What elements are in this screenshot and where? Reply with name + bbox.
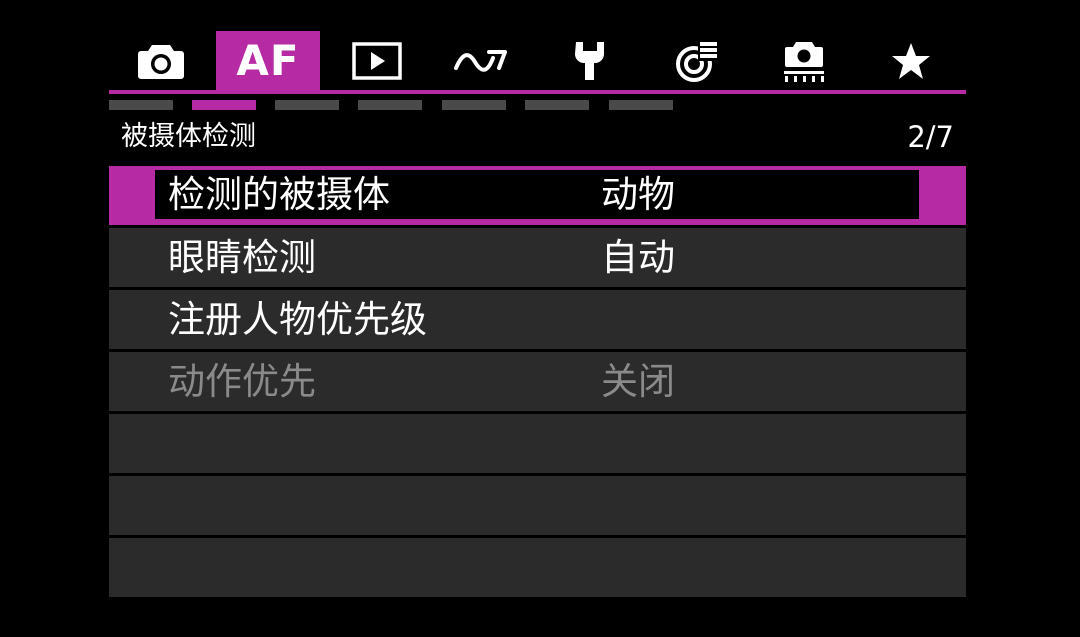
af-icon: AF: [236, 36, 300, 85]
menu-item-empty: [109, 538, 966, 597]
page-indicator-5: [442, 100, 506, 110]
menu-item-action-priority[interactable]: 动作优先 关闭: [109, 352, 966, 411]
page-indicator-3: [275, 100, 339, 110]
page-number: 2/7: [907, 120, 954, 154]
page-indicator-2: [192, 100, 256, 110]
page-indicators: [109, 100, 966, 110]
tab-my-menu[interactable]: [859, 31, 963, 90]
menu-item-value: 关闭: [601, 360, 675, 403]
tab-af[interactable]: AF: [216, 31, 320, 90]
menu-item-label: 动作优先: [168, 360, 316, 403]
menu-item-registered-person-priority[interactable]: 注册人物优先级: [109, 290, 966, 349]
camera-settings-icon: [784, 41, 824, 82]
menu-item-value: 动物: [601, 173, 675, 216]
page-indicator-4: [358, 100, 422, 110]
tab-setup[interactable]: [538, 31, 642, 90]
menu-item-empty: [109, 476, 966, 535]
menu-title: 被摄体检测: [121, 121, 256, 152]
page-indicator-7: [609, 100, 673, 110]
tab-network[interactable]: [645, 31, 749, 90]
tab-shooting[interactable]: [109, 31, 213, 90]
camera-menu-screen: AF 被摄体检测 2/7 检测的被摄体 动物 眼睛检测 自动 注册人物优先级 动…: [109, 28, 966, 600]
page-indicator-6: [525, 100, 589, 110]
tab-custom[interactable]: [431, 31, 535, 90]
menu-item-value: 自动: [601, 236, 675, 279]
playback-icon: [352, 41, 402, 80]
tab-playback[interactable]: [325, 31, 429, 90]
page-indicator-1: [109, 100, 173, 110]
tab-camera-settings[interactable]: [752, 31, 856, 90]
menu-item-label: 注册人物优先级: [168, 298, 427, 341]
menu-item-eye-detect[interactable]: 眼睛检测 自动: [109, 228, 966, 287]
wave-icon: [454, 49, 507, 72]
star-icon: [892, 42, 930, 79]
network-icon: [676, 40, 718, 82]
menu-item-label: 眼睛检测: [168, 236, 316, 279]
menu-item-empty: [109, 414, 966, 473]
menu-item-detect-subject[interactable]: 检测的被摄体 动物: [109, 166, 966, 225]
tab-underline: [109, 90, 966, 94]
camera-icon: [138, 44, 184, 79]
wrench-icon: [575, 41, 604, 80]
tab-bar: AF: [109, 28, 966, 90]
menu-item-label: 检测的被摄体: [168, 173, 390, 216]
